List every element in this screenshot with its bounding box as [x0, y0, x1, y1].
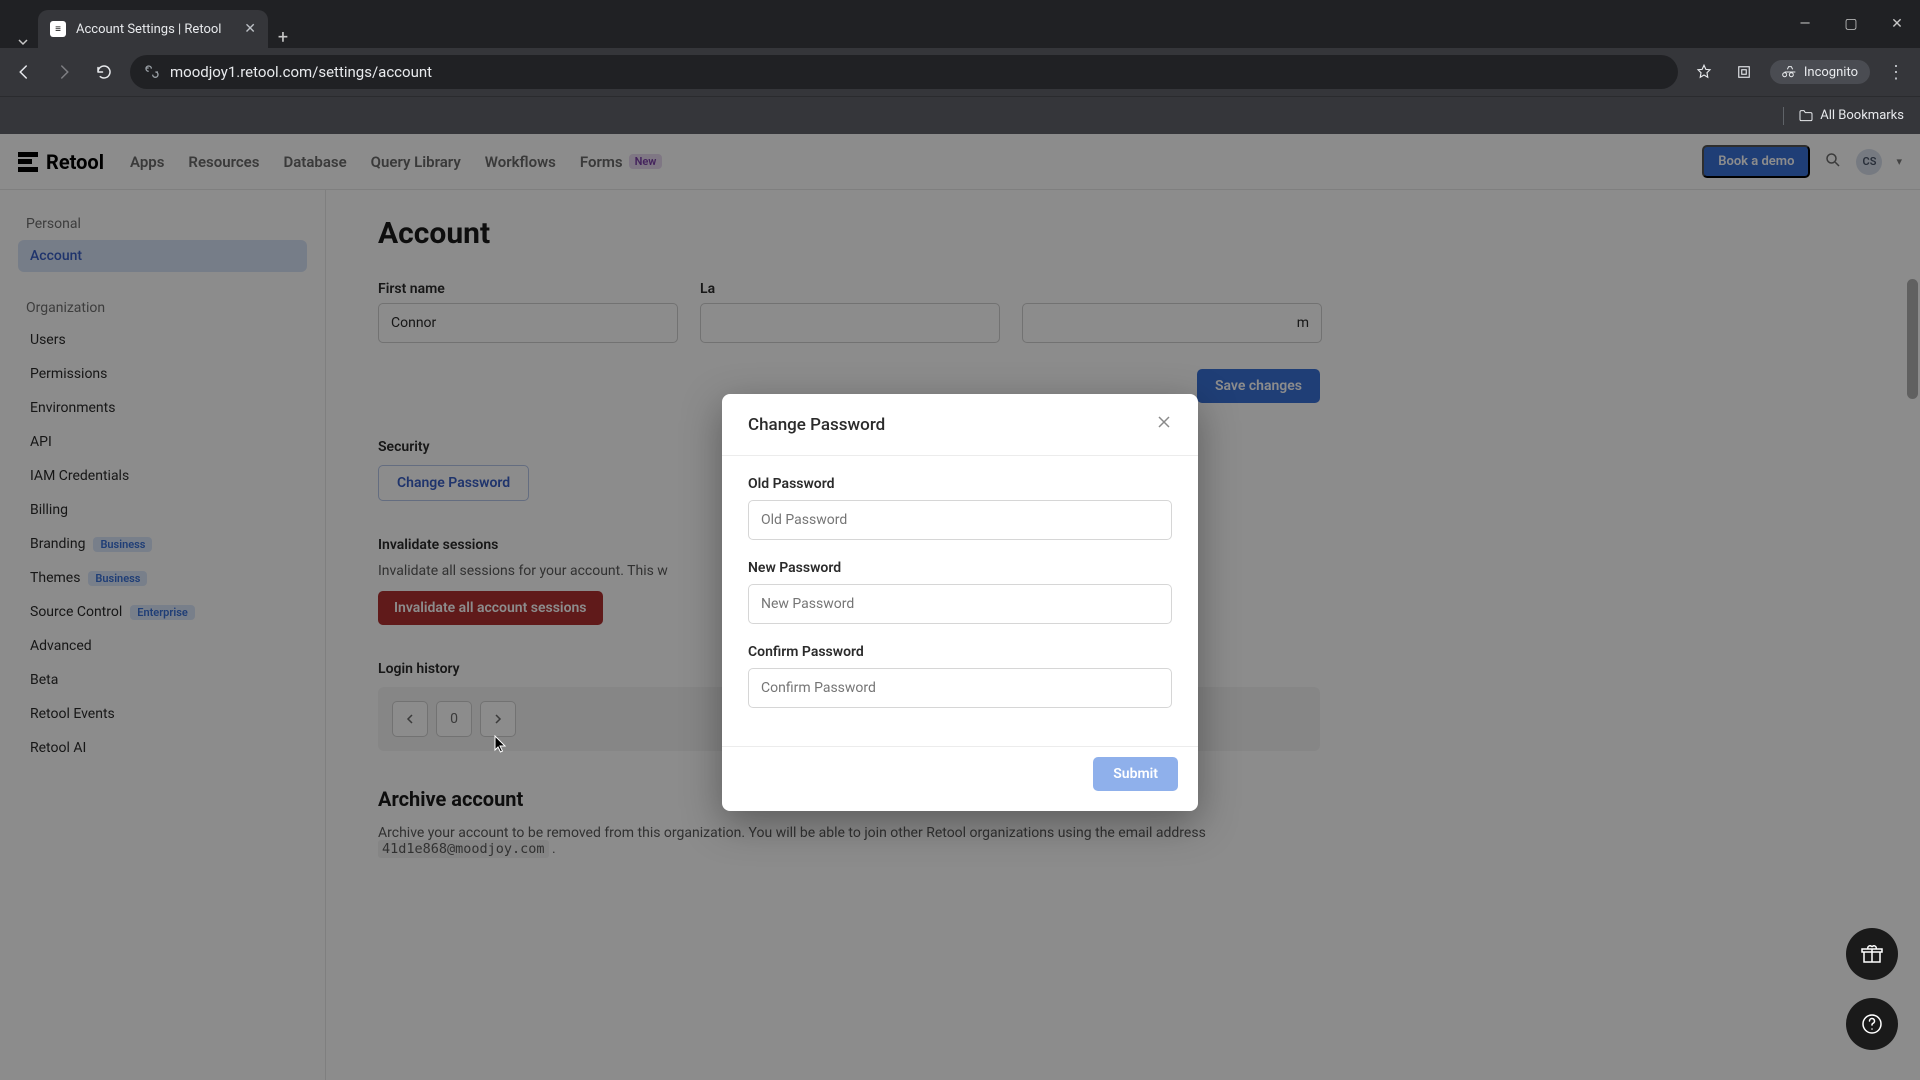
tab-close-icon[interactable]: ✕ — [244, 21, 256, 37]
change-password-button[interactable]: Change Password — [378, 465, 529, 501]
folder-icon — [1798, 108, 1814, 124]
business-badge: Business — [93, 537, 152, 552]
incognito-label: Incognito — [1804, 65, 1858, 80]
confirm-password-input[interactable] — [748, 668, 1172, 708]
modal-close-button[interactable] — [1156, 414, 1172, 435]
sidebar-item-api[interactable]: API — [18, 426, 307, 458]
sidebar-item-iam[interactable]: IAM Credentials — [18, 460, 307, 492]
window-maximize-icon[interactable]: ▢ — [1828, 0, 1874, 48]
last-name-input[interactable] — [700, 303, 1000, 343]
incognito-badge[interactable]: Incognito — [1770, 60, 1870, 84]
old-password-input[interactable] — [748, 500, 1172, 540]
url-text: moodjoy1.retool.com/settings/account — [170, 63, 432, 81]
sidebar-item-beta[interactable]: Beta — [18, 664, 307, 696]
tab-title: Account Settings | Retool — [76, 22, 221, 37]
address-bar[interactable]: moodjoy1.retool.com/settings/account — [130, 55, 1678, 89]
forward-button[interactable] — [50, 58, 78, 86]
all-bookmarks-label: All Bookmarks — [1820, 108, 1904, 123]
scrollbar-thumb[interactable] — [1907, 279, 1918, 399]
archive-account-desc: Archive your account to be removed from … — [378, 825, 1278, 857]
sidebar-item-advanced[interactable]: Advanced — [18, 630, 307, 662]
sidebar-item-users[interactable]: Users — [18, 324, 307, 356]
window-minimize-icon[interactable]: — — [1782, 0, 1828, 48]
enterprise-badge: Enterprise — [130, 605, 195, 620]
email-input[interactable] — [1022, 303, 1322, 343]
retool-logo-icon — [18, 152, 38, 172]
brand-name: Retool — [46, 150, 104, 174]
site-settings-icon[interactable] — [144, 62, 160, 82]
browser-toolbar: moodjoy1.retool.com/settings/account Inc… — [0, 48, 1920, 96]
nav-database[interactable]: Database — [283, 153, 346, 171]
settings-sidebar: Personal Account Organization Users Perm… — [0, 190, 326, 1080]
nav-resources[interactable]: Resources — [188, 153, 259, 171]
first-name-label: First name — [378, 281, 678, 297]
sidebar-item-environments[interactable]: Environments — [18, 392, 307, 424]
help-icon — [1860, 1012, 1884, 1036]
retool-logo[interactable]: Retool — [18, 150, 104, 174]
change-password-modal: Change Password Old Password New Passwor… — [722, 394, 1198, 811]
sidebar-item-source-control[interactable]: Source Control Enterprise — [18, 596, 307, 628]
back-button[interactable] — [10, 58, 38, 86]
submit-button[interactable]: Submit — [1093, 757, 1178, 791]
window-close-icon[interactable]: ✕ — [1874, 0, 1920, 48]
first-name-input[interactable] — [378, 303, 678, 343]
browser-tab[interactable]: ≡ Account Settings | Retool ✕ — [38, 10, 268, 48]
pager-next-button[interactable] — [480, 701, 516, 737]
book-demo-button[interactable]: Book a demo — [1702, 145, 1810, 178]
confirm-password-label: Confirm Password — [748, 644, 1172, 660]
pager-prev-button[interactable] — [392, 701, 428, 737]
sidebar-item-billing[interactable]: Billing — [18, 494, 307, 526]
sidebar-item-account[interactable]: Account — [18, 240, 307, 272]
new-tab-button[interactable]: + — [268, 27, 298, 48]
nav-apps[interactable]: Apps — [130, 153, 164, 171]
avatar[interactable]: CS — [1856, 149, 1882, 175]
nav-forms[interactable]: Forms New — [580, 153, 663, 171]
sidebar-item-branding[interactable]: Branding Business — [18, 528, 307, 560]
sidebar-section-organization: Organization — [26, 300, 307, 316]
tab-search-dropdown[interactable] — [8, 36, 38, 48]
divider — [1783, 107, 1784, 125]
page-title: Account — [378, 216, 1868, 251]
sidebar-item-retool-events[interactable]: Retool Events — [18, 698, 307, 730]
chevron-down-icon[interactable]: ▾ — [1896, 155, 1902, 168]
invalidate-sessions-button[interactable]: Invalidate all account sessions — [378, 591, 603, 625]
help-fab[interactable] — [1846, 998, 1898, 1050]
sidebar-item-themes[interactable]: Themes Business — [18, 562, 307, 594]
extensions-icon[interactable] — [1730, 58, 1758, 86]
search-icon[interactable] — [1824, 151, 1842, 173]
bookmarks-bar: All Bookmarks — [0, 96, 1920, 134]
old-password-label: Old Password — [748, 476, 1172, 492]
close-icon — [1156, 414, 1172, 430]
reload-button[interactable] — [90, 58, 118, 86]
app-header: Retool Apps Resources Database Query Lib… — [0, 134, 1920, 190]
browser-tab-strip: ≡ Account Settings | Retool ✕ + — ▢ ✕ — [0, 0, 1920, 48]
nav-query-library[interactable]: Query Library — [371, 153, 461, 171]
email-label — [1022, 281, 1322, 297]
sidebar-section-personal: Personal — [26, 216, 307, 232]
all-bookmarks-button[interactable]: All Bookmarks — [1798, 108, 1904, 124]
save-changes-button[interactable]: Save changes — [1197, 369, 1320, 403]
sidebar-item-retool-ai[interactable]: Retool AI — [18, 732, 307, 764]
business-badge: Business — [88, 571, 147, 586]
new-badge: New — [629, 154, 663, 169]
gift-icon — [1860, 942, 1884, 966]
new-password-input[interactable] — [748, 584, 1172, 624]
sidebar-item-permissions[interactable]: Permissions — [18, 358, 307, 390]
browser-menu-icon[interactable]: ⋮ — [1882, 58, 1910, 86]
last-name-label: La — [700, 281, 1000, 297]
modal-title: Change Password — [748, 415, 885, 435]
nav-workflows[interactable]: Workflows — [485, 153, 556, 171]
gift-fab[interactable] — [1846, 928, 1898, 980]
pager-page-number: 0 — [436, 701, 472, 737]
tab-favicon: ≡ — [50, 21, 66, 37]
new-password-label: New Password — [748, 560, 1172, 576]
bookmark-star-icon[interactable] — [1690, 58, 1718, 86]
archive-email-code: 41d1e868@moodjoy.com — [378, 840, 549, 858]
